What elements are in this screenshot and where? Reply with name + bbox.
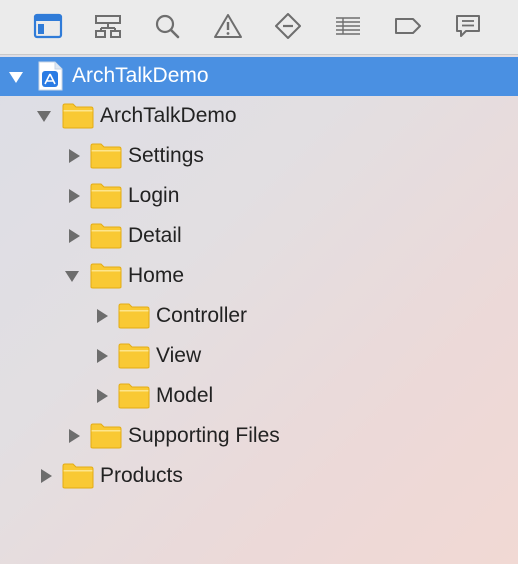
tree-row-settings[interactable]: Settings: [0, 136, 518, 176]
breakpoint-navigator-icon[interactable]: [388, 8, 428, 44]
disclosure-collapsed-icon[interactable]: [94, 348, 110, 364]
project-file-icon: [36, 61, 64, 91]
folder-icon: [62, 103, 94, 129]
project-navigator-icon[interactable]: [28, 8, 68, 44]
tree-row-view[interactable]: View: [0, 336, 518, 376]
folder-icon: [118, 303, 150, 329]
disclosure-expanded-icon[interactable]: [36, 108, 52, 124]
tree-row-label: ArchTalkDemo: [100, 104, 237, 127]
folder-icon: [90, 423, 122, 449]
tree-row-label: Login: [128, 184, 180, 207]
tree-row-label: View: [156, 344, 202, 367]
folder-icon: [90, 263, 122, 289]
navigator-toolbar: [0, 0, 518, 55]
tree-row-model[interactable]: Model: [0, 376, 518, 416]
tree-row-label: Settings: [128, 144, 204, 167]
tree-row-label: Home: [128, 264, 185, 287]
disclosure-collapsed-icon[interactable]: [94, 308, 110, 324]
tree-row-label: Model: [156, 384, 214, 407]
issue-navigator-icon[interactable]: [208, 8, 248, 44]
find-navigator-icon[interactable]: [148, 8, 188, 44]
report-navigator-icon[interactable]: [448, 8, 488, 44]
tree-row-label: ArchTalkDemo: [72, 64, 209, 87]
tree-row-project[interactable]: ArchTalkDemo: [0, 57, 518, 96]
tree-row-products[interactable]: Products: [0, 456, 518, 496]
disclosure-collapsed-icon[interactable]: [66, 428, 82, 444]
folder-icon: [118, 343, 150, 369]
debug-navigator-icon[interactable]: [328, 8, 368, 44]
tree-row-label: Detail: [128, 224, 182, 247]
tree-row-detail[interactable]: Detail: [0, 216, 518, 256]
tree-row-controller[interactable]: Controller: [0, 296, 518, 336]
disclosure-expanded-icon[interactable]: [64, 268, 80, 284]
tree-row-supporting-files[interactable]: Supporting Files: [0, 416, 518, 456]
folder-icon: [90, 223, 122, 249]
disclosure-collapsed-icon[interactable]: [66, 148, 82, 164]
tree-row-label: Supporting Files: [128, 424, 280, 447]
folder-icon: [118, 383, 150, 409]
disclosure-collapsed-icon[interactable]: [94, 388, 110, 404]
tree-row-login[interactable]: Login: [0, 176, 518, 216]
disclosure-expanded-icon[interactable]: [8, 69, 24, 85]
folder-icon: [90, 143, 122, 169]
tree-row-label: Products: [100, 464, 183, 487]
folder-icon: [62, 463, 94, 489]
tree-row-label: Controller: [156, 304, 248, 327]
tree-row-group-archtalkdemo[interactable]: ArchTalkDemo: [0, 96, 518, 136]
symbol-navigator-icon[interactable]: [88, 8, 128, 44]
test-navigator-icon[interactable]: [268, 8, 308, 44]
disclosure-collapsed-icon[interactable]: [66, 228, 82, 244]
tree-row-home[interactable]: Home: [0, 256, 518, 296]
disclosure-collapsed-icon[interactable]: [66, 188, 82, 204]
folder-icon: [90, 183, 122, 209]
disclosure-collapsed-icon[interactable]: [38, 468, 54, 484]
